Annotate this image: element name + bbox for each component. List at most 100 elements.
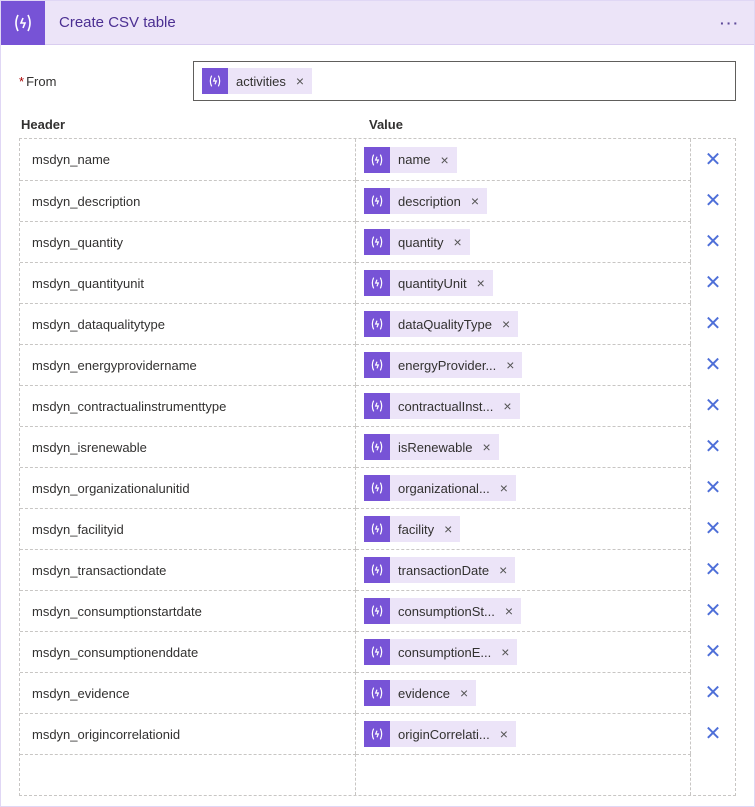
card-header: Create CSV table ··· [1,1,754,45]
mapping-row: msdyn_consumptionstartdate consumptionSt.… [20,590,735,631]
token-remove-icon[interactable]: × [500,727,508,741]
value-token[interactable]: facility × [364,516,460,542]
token-remove-icon[interactable]: × [499,563,507,577]
value-cell[interactable]: quantity× [356,221,691,262]
header-cell[interactable]: msdyn_quantityunit [20,262,356,303]
header-text: msdyn_quantity [32,235,123,250]
from-input[interactable]: activities × [193,61,736,101]
header-cell[interactable]: msdyn_quantity [20,221,356,262]
value-token[interactable]: organizational...× [364,475,516,501]
value-cell[interactable]: facility × [356,508,691,549]
delete-row-icon[interactable]: ✕ [705,314,722,334]
value-token[interactable]: quantityUnit× [364,270,493,296]
from-label-text: From [26,74,56,89]
value-token[interactable]: isRenewable × [364,434,499,460]
value-token[interactable]: dataQualityType× [364,311,518,337]
value-token[interactable]: quantity× [364,229,470,255]
token-remove-icon[interactable]: × [471,194,479,208]
delete-row-icon[interactable]: ✕ [705,191,722,211]
header-cell[interactable]: msdyn_organizationalunitid [20,467,356,508]
value-token[interactable]: transactionDate × [364,557,515,583]
delete-row-icon[interactable]: ✕ [705,683,722,703]
header-cell[interactable]: msdyn_consumptionstartdate [20,590,356,631]
card-title: Create CSV table [45,14,706,31]
delete-row-icon[interactable]: ✕ [705,437,722,457]
header-cell[interactable]: msdyn_energyprovidername [20,344,356,385]
token-remove-icon[interactable]: × [444,522,452,536]
token-remove-icon[interactable]: × [482,440,490,454]
header-column-label: Header [21,117,357,132]
token-remove-icon[interactable]: × [296,74,304,88]
token-remove-icon[interactable]: × [460,686,468,700]
token-remove-icon[interactable]: × [503,399,511,413]
dynamic-content-icon [364,229,390,255]
header-cell[interactable]: msdyn_transactiondate [20,549,356,590]
delete-row-icon[interactable]: ✕ [705,601,722,621]
token-remove-icon[interactable]: × [506,358,514,372]
delete-row-icon[interactable]: ✕ [705,560,722,580]
header-cell[interactable]: msdyn_evidence [20,672,356,713]
mapping-row: msdyn_contractualinstrumenttype contractu… [20,385,735,426]
header-cell[interactable]: msdyn_facilityid [20,508,356,549]
header-cell[interactable]: msdyn_contractualinstrumenttype [20,385,356,426]
delete-row-icon[interactable]: ✕ [705,232,722,252]
header-cell[interactable]: msdyn_description [20,180,356,221]
value-token[interactable]: originCorrelati...× [364,721,516,747]
dynamic-content-icon [364,557,390,583]
card-menu-button[interactable]: ··· [706,15,754,31]
token-remove-icon[interactable]: × [502,317,510,331]
header-cell[interactable]: msdyn_isrenewable [20,426,356,467]
value-cell[interactable] [356,754,691,795]
value-token-label: transactionDate [398,563,489,578]
delete-row-icon[interactable]: ✕ [705,150,722,170]
token-remove-icon[interactable]: × [500,481,508,495]
value-token-label: isRenewable [398,440,472,455]
value-cell[interactable]: consumptionE...× [356,631,691,672]
value-cell[interactable]: evidence× [356,672,691,713]
delete-row-icon[interactable]: ✕ [705,396,722,416]
value-cell[interactable]: isRenewable × [356,426,691,467]
delete-cell: ✕ [691,262,735,303]
dynamic-content-icon [364,434,390,460]
delete-row-icon[interactable]: ✕ [705,724,722,744]
delete-row-icon[interactable]: ✕ [705,355,722,375]
value-token[interactable]: consumptionE...× [364,639,517,665]
token-remove-icon[interactable]: × [501,645,509,659]
token-remove-icon[interactable]: × [505,604,513,618]
from-token[interactable]: activities × [202,68,312,94]
delete-cell: ✕ [691,221,735,262]
delete-row-icon[interactable]: ✕ [705,642,722,662]
value-token[interactable]: description× [364,188,487,214]
token-remove-icon[interactable]: × [454,235,462,249]
dynamic-content-icon [364,147,390,173]
value-token[interactable]: name× [364,147,457,173]
value-token-label: contractualInst... [398,399,493,414]
value-token[interactable]: energyProvider...× [364,352,522,378]
header-cell[interactable] [20,754,356,795]
value-cell[interactable]: consumptionSt...× [356,590,691,631]
value-cell[interactable]: originCorrelati...× [356,713,691,754]
value-cell[interactable]: name× [356,139,691,180]
value-token-label: facility [398,522,434,537]
value-cell[interactable]: energyProvider...× [356,344,691,385]
delete-row-icon[interactable]: ✕ [705,519,722,539]
delete-row-icon[interactable]: ✕ [705,478,722,498]
value-cell[interactable]: description× [356,180,691,221]
delete-row-icon[interactable]: ✕ [705,273,722,293]
value-token[interactable]: contractualInst... × [364,393,520,419]
value-token[interactable]: consumptionSt...× [364,598,521,624]
header-cell[interactable]: msdyn_origincorrelationid [20,713,356,754]
header-cell[interactable]: msdyn_dataqualitytype [20,303,356,344]
value-cell[interactable]: contractualInst... × [356,385,691,426]
value-cell[interactable]: transactionDate × [356,549,691,590]
value-token[interactable]: evidence× [364,680,476,706]
value-cell[interactable]: dataQualityType× [356,303,691,344]
header-cell[interactable]: msdyn_consumptionenddate [20,631,356,672]
token-remove-icon[interactable]: × [477,276,485,290]
value-cell[interactable]: quantityUnit× [356,262,691,303]
value-cell[interactable]: organizational...× [356,467,691,508]
token-remove-icon[interactable]: × [441,153,449,167]
delete-cell [691,754,735,795]
dynamic-content-icon [364,475,390,501]
header-cell[interactable]: msdyn_name [20,139,356,180]
